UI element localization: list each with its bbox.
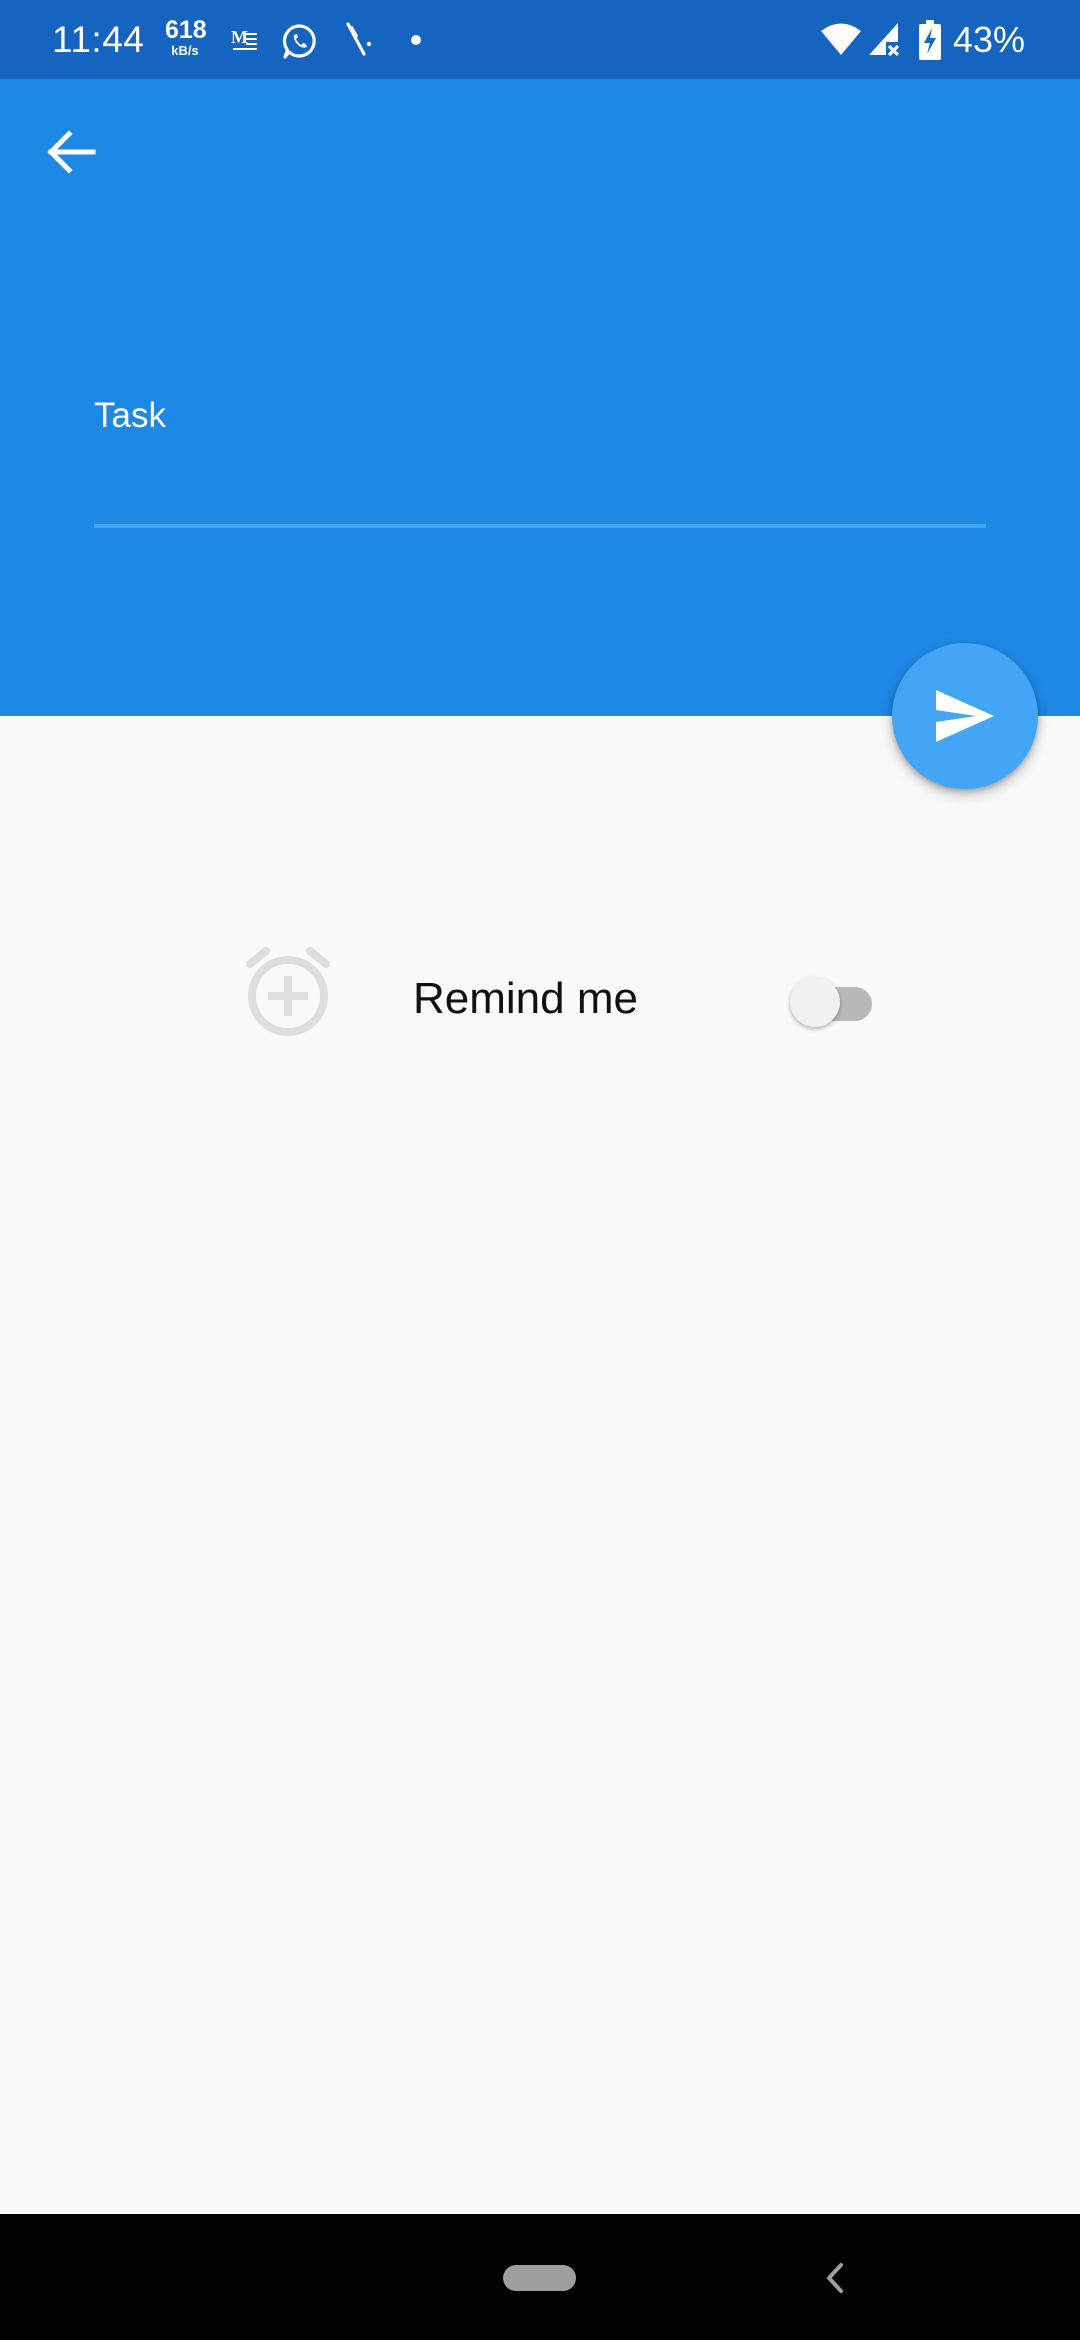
wifi-icon: [821, 23, 861, 55]
send-button[interactable]: [892, 643, 1038, 789]
task-input-underline: [94, 524, 986, 528]
switch-thumb: [790, 977, 840, 1027]
status-time: 11:44: [52, 19, 145, 60]
remind-me-label: Remind me: [413, 974, 638, 1023]
nav-back-icon[interactable]: [820, 2258, 850, 2298]
back-arrow-icon[interactable]: [36, 112, 106, 192]
svg-text:M: M: [231, 27, 248, 47]
remind-me-switch[interactable]: [790, 975, 876, 1027]
whatsapp-icon: [282, 24, 316, 59]
alarm-add-icon[interactable]: [244, 944, 332, 1036]
feather-icon: [346, 22, 372, 56]
battery-percent: 43%: [953, 19, 1026, 60]
network-speed: 618 kB/s: [165, 16, 207, 58]
dot-icon: [411, 35, 421, 45]
network-speed-value: 618: [165, 16, 207, 44]
status-bar: 11:44 618 kB/s M 43%: [0, 0, 1080, 79]
network-speed-unit: kB/s: [171, 43, 199, 58]
cellular-signal-icon: [869, 23, 900, 57]
task-input[interactable]: [94, 450, 986, 520]
send-icon: [936, 690, 994, 742]
task-field-label: Task: [94, 396, 166, 435]
gmail-icon: M: [231, 27, 257, 50]
navigation-bar: [0, 2214, 1080, 2340]
home-button[interactable]: [503, 2265, 576, 2291]
battery-charging-icon: [919, 20, 941, 60]
